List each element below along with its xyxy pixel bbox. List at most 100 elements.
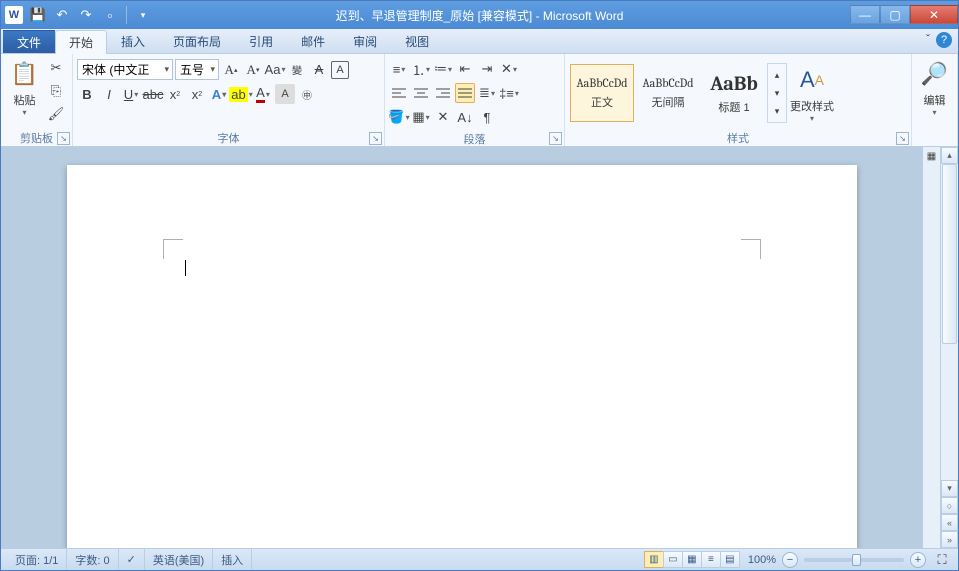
subscript-icon[interactable]: x2 [165, 84, 185, 104]
print-layout-view-icon[interactable]: ▥ [644, 551, 664, 568]
distributed-icon[interactable]: ≣ [477, 83, 497, 103]
zoom-thumb[interactable] [852, 554, 861, 566]
copy-icon[interactable]: ⎘ [46, 81, 66, 101]
snap-grid-icon[interactable]: ✕ [433, 107, 453, 127]
app-window: W 💾 ↶ ↷ ▫ ▾ 迟到、早退管理制度_原始 [兼容模式] - Micros… [0, 0, 959, 571]
styles-launcher-icon[interactable]: ↘ [896, 132, 909, 145]
style-heading1[interactable]: AaBb 标题 1 [702, 64, 766, 122]
document-area[interactable] [1, 147, 922, 548]
fullscreen-view-icon[interactable]: ▭ [663, 551, 683, 568]
status-mode[interactable]: 插入 [213, 549, 252, 570]
help-icon[interactable]: ? [936, 32, 952, 48]
window-title: 迟到、早退管理制度_原始 [兼容模式] - Microsoft Word [336, 7, 624, 24]
font-launcher-icon[interactable]: ↘ [369, 132, 382, 145]
browse-object-icon[interactable]: ○ [941, 497, 958, 514]
qat-customize-icon[interactable]: ▾ [132, 4, 154, 26]
paste-icon: 📋 [9, 58, 41, 90]
font-size-combo[interactable]: 五号 [175, 59, 219, 80]
zoom-in-button[interactable]: + [910, 552, 926, 568]
tab-home[interactable]: 开始 [55, 30, 107, 54]
align-center-icon[interactable] [411, 83, 431, 103]
clear-format-icon[interactable]: A [309, 60, 329, 80]
prev-page-icon[interactable]: « [941, 514, 958, 531]
show-marks-icon[interactable]: ¶ [477, 107, 497, 127]
multilevel-icon[interactable]: ≔ [433, 59, 453, 79]
align-left-icon[interactable] [389, 83, 409, 103]
superscript-icon[interactable]: x2 [187, 84, 207, 104]
enclose-char-icon[interactable]: ㊥ [297, 84, 317, 104]
new-doc-icon[interactable]: ▫ [99, 4, 121, 26]
web-layout-view-icon[interactable]: ▦ [682, 551, 702, 568]
scroll-down-icon[interactable]: ▾ [941, 480, 958, 497]
decrease-indent-icon[interactable]: ⇤ [455, 59, 475, 79]
bullets-icon[interactable]: ≡ [389, 59, 409, 79]
minimize-ribbon-icon[interactable]: ˇ [926, 32, 930, 48]
style-nospacing[interactable]: AaBbCcDd 无间隔 [636, 64, 700, 122]
cut-icon[interactable]: ✂ [46, 58, 66, 78]
draft-view-icon[interactable]: ▤ [720, 551, 740, 568]
shading-icon[interactable]: 🪣 [389, 107, 409, 127]
zoom-level[interactable]: 100% [748, 554, 776, 566]
shrink-font-icon[interactable]: A▾ [243, 60, 263, 80]
phonetic-guide-icon[interactable]: 變 [287, 60, 307, 80]
text-effects-icon[interactable]: A [209, 84, 229, 104]
numbering-icon[interactable]: ⒈ [411, 59, 431, 79]
scroll-up-icon[interactable]: ▴ [941, 147, 958, 164]
bold-icon[interactable]: B [77, 84, 97, 104]
save-icon[interactable]: 💾 [27, 4, 49, 26]
fullscreen-toggle-icon[interactable]: ⛶ [932, 550, 952, 570]
asian-layout-icon[interactable]: ✕ [499, 59, 519, 79]
style-normal[interactable]: AaBbCcDd 正文 [570, 64, 634, 122]
tab-layout[interactable]: 页面布局 [159, 29, 235, 53]
tab-mailings[interactable]: 邮件 [287, 29, 339, 53]
tab-file[interactable]: 文件 [3, 30, 55, 53]
align-justify-icon[interactable] [455, 83, 475, 103]
underline-icon[interactable]: U [121, 84, 141, 104]
tab-review[interactable]: 审阅 [339, 29, 391, 53]
zoom-out-button[interactable]: − [782, 552, 798, 568]
borders-icon[interactable]: ▦ [411, 107, 431, 127]
styles-more-icon[interactable]: ▾ [770, 102, 784, 120]
paste-label: 粘贴 [14, 92, 36, 108]
status-language[interactable]: 英语(美国) [145, 549, 213, 570]
zoom-slider[interactable] [804, 558, 904, 562]
close-button[interactable]: ✕ [910, 5, 958, 24]
maximize-button[interactable]: ▢ [880, 5, 910, 24]
scroll-track[interactable] [941, 164, 958, 480]
sort-icon[interactable]: A↓ [455, 107, 475, 127]
paste-button[interactable]: 📋 粘贴 ▾ [5, 56, 44, 119]
char-shading-icon[interactable]: A [275, 84, 295, 104]
tab-view[interactable]: 视图 [391, 29, 443, 53]
status-words[interactable]: 字数: 0 [67, 549, 118, 570]
font-name-combo[interactable]: 宋体 (中文正 [77, 59, 173, 80]
change-case-icon[interactable]: Aa [265, 60, 285, 80]
italic-icon[interactable]: I [99, 84, 119, 104]
scroll-thumb[interactable] [942, 164, 957, 344]
grow-font-icon[interactable]: A▴ [221, 60, 241, 80]
increase-indent-icon[interactable]: ⇥ [477, 59, 497, 79]
redo-icon[interactable]: ↷ [75, 4, 97, 26]
editing-button[interactable]: 🔎 编辑 ▾ [916, 56, 953, 119]
page[interactable] [67, 165, 857, 548]
ruler-toggle-icon[interactable]: ▦ [924, 149, 939, 164]
paragraph-launcher-icon[interactable]: ↘ [549, 132, 562, 145]
styles-up-icon[interactable]: ▴ [770, 66, 784, 84]
styles-down-icon[interactable]: ▾ [770, 84, 784, 102]
outline-view-icon[interactable]: ≡ [701, 551, 721, 568]
undo-icon[interactable]: ↶ [51, 4, 73, 26]
minimize-button[interactable]: — [850, 5, 880, 24]
tab-insert[interactable]: 插入 [107, 29, 159, 53]
format-painter-icon[interactable]: 🖌 [46, 104, 66, 124]
tab-references[interactable]: 引用 [235, 29, 287, 53]
line-spacing-icon[interactable]: ‡≡ [499, 83, 519, 103]
clipboard-launcher-icon[interactable]: ↘ [57, 132, 70, 145]
status-proofing[interactable]: ✓ [119, 549, 145, 570]
font-color-icon[interactable]: A [253, 84, 273, 104]
highlight-icon[interactable]: ab [231, 84, 251, 104]
next-page-icon[interactable]: » [941, 531, 958, 548]
status-page[interactable]: 页面: 1/1 [7, 549, 67, 570]
align-right-icon[interactable] [433, 83, 453, 103]
char-border-icon[interactable]: A [331, 61, 349, 79]
change-styles-button[interactable]: AA 更改样式 ▾ [787, 62, 837, 125]
strikethrough-icon[interactable]: abc [143, 84, 163, 104]
